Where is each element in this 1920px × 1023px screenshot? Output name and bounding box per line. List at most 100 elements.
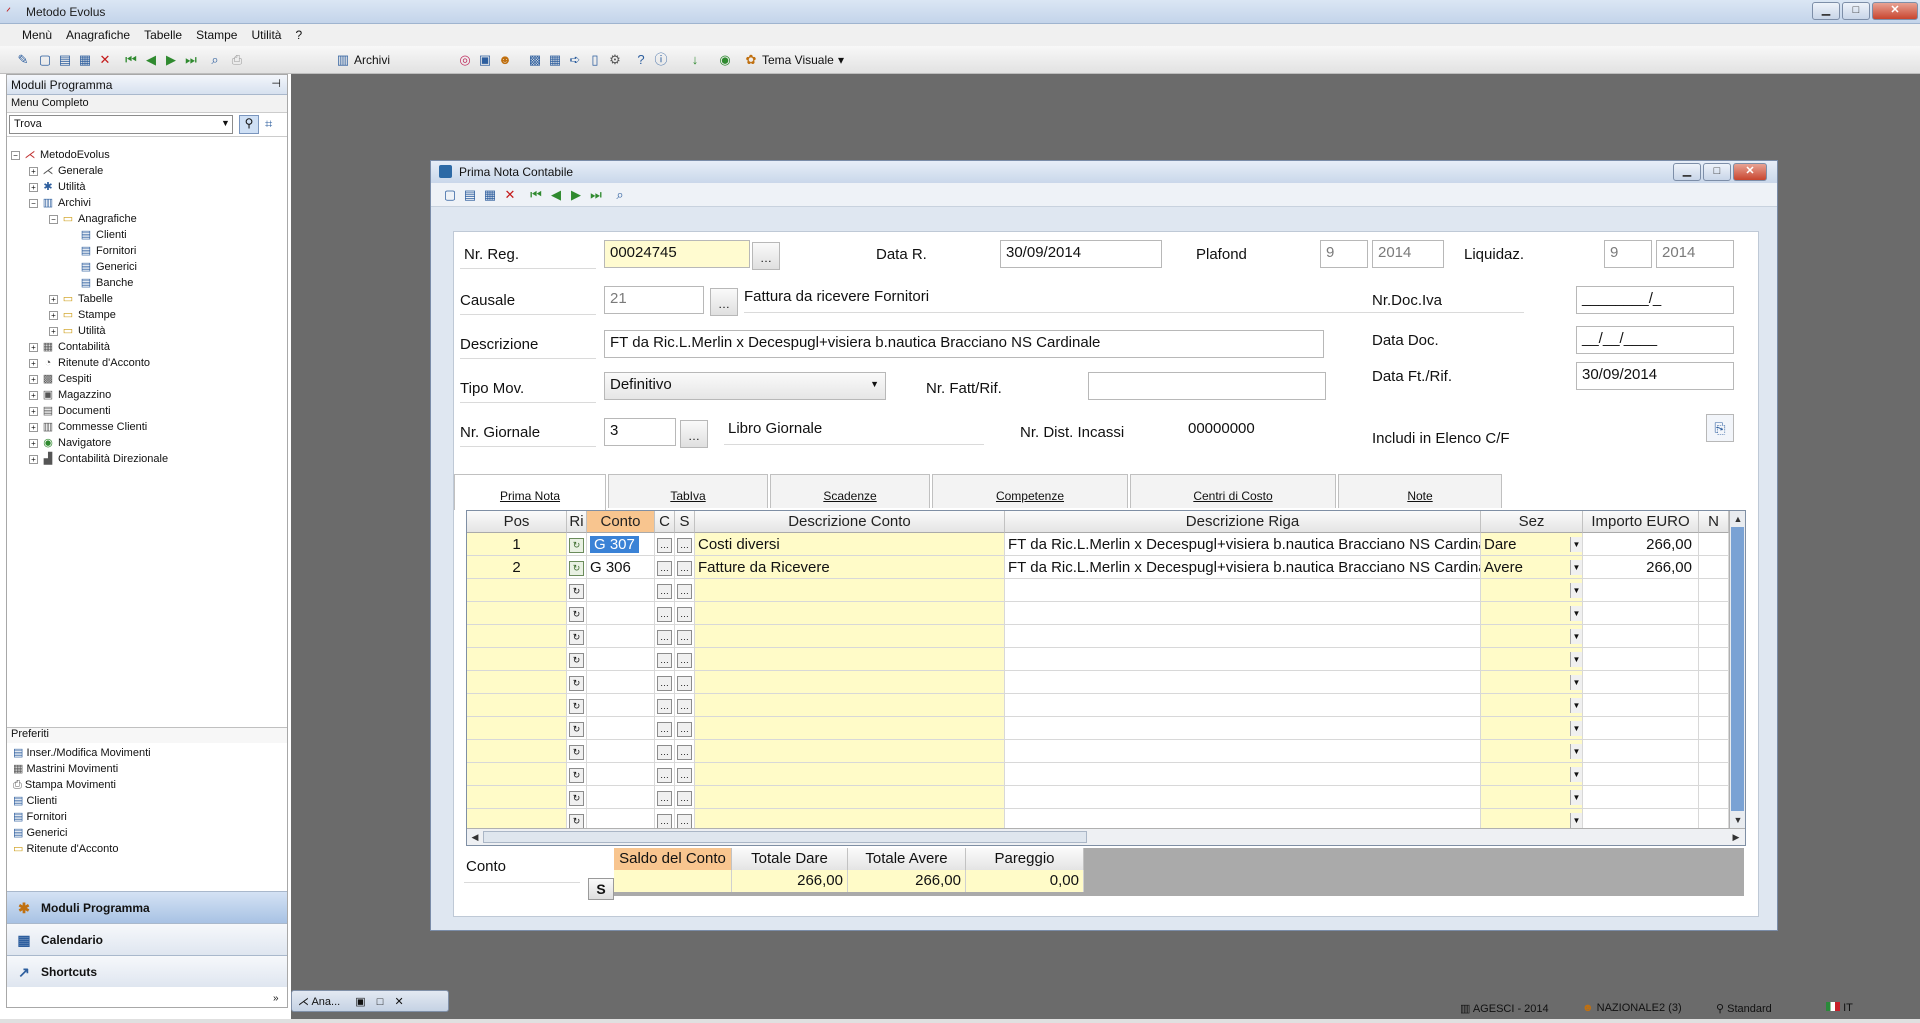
cell-c[interactable]: … (655, 763, 675, 786)
lookup-button[interactable]: … (657, 813, 672, 829)
binoculars-icon[interactable]: ⌗ (265, 116, 272, 132)
row-action-icon[interactable]: ↻ (569, 537, 584, 553)
scroll-right-icon[interactable]: ▶ (1729, 830, 1743, 844)
causale-code-input[interactable]: 21 (604, 286, 704, 314)
cell-s[interactable]: … (675, 625, 695, 648)
cell-c[interactable]: … (655, 602, 675, 625)
cell-conto[interactable] (587, 648, 655, 671)
tree-item-magazzino[interactable]: + ▣ Magazzino (29, 387, 111, 403)
lookup-button[interactable]: … (657, 560, 672, 576)
cell-importo[interactable]: 266,00 (1583, 533, 1699, 556)
lookup-button[interactable]: … (677, 721, 692, 737)
cell-conto[interactable] (587, 786, 655, 809)
cell-desc-riga[interactable] (1005, 671, 1481, 694)
cell-conto[interactable] (587, 625, 655, 648)
nr-doc-iva-input[interactable]: ________/_ (1576, 286, 1734, 314)
lookup-button[interactable]: … (677, 744, 692, 760)
tree-item-commesse-clienti[interactable]: + ▥ Commesse Clienti (29, 419, 147, 435)
restore-icon[interactable]: ▣ (355, 996, 365, 1008)
causale-lookup-button[interactable]: … (710, 288, 738, 316)
cell-n[interactable] (1699, 556, 1729, 579)
cell-ri[interactable]: ↻ (567, 763, 587, 786)
cell-importo[interactable] (1583, 625, 1699, 648)
favorite-item[interactable]: ▤ Generici (13, 825, 67, 841)
tree-item-ritenute[interactable]: + ◔ Ritenute d'Acconto (29, 355, 150, 371)
cell-c[interactable]: … (655, 556, 675, 579)
cell-pos[interactable] (467, 625, 567, 648)
col-header-descrizione-riga[interactable]: Descrizione Riga (1005, 511, 1481, 533)
col-header-pos[interactable]: Pos (467, 511, 567, 533)
cell-importo[interactable] (1583, 717, 1699, 740)
tool-2-icon[interactable]: ▣ (476, 51, 494, 69)
cell-pos[interactable] (467, 671, 567, 694)
cell-desc-riga[interactable] (1005, 786, 1481, 809)
table-row[interactable]: ↻ … … ▼ (467, 648, 1729, 671)
user-icon[interactable]: ☻ (496, 51, 514, 69)
cell-ri[interactable]: ↻ (567, 671, 587, 694)
lookup-button[interactable]: … (657, 537, 672, 553)
cell-n[interactable] (1699, 717, 1729, 740)
archivi-button[interactable]: Archivi (354, 53, 390, 67)
row-action-icon[interactable]: ↻ (569, 675, 584, 691)
cell-pos[interactable]: 2 (467, 556, 567, 579)
cell-importo[interactable] (1583, 579, 1699, 602)
cell-c[interactable]: … (655, 740, 675, 763)
sez-dropdown-icon[interactable]: ▼ (1570, 721, 1582, 736)
cell-desc-conto[interactable] (695, 579, 1005, 602)
lookup-button[interactable]: … (657, 698, 672, 714)
liquidaz-year-input[interactable]: 2014 (1656, 240, 1734, 268)
table-row[interactable]: ↻ … … ▼ (467, 740, 1729, 763)
favorite-item[interactable]: ▭ Ritenute d'Acconto (13, 841, 118, 857)
cell-pos[interactable] (467, 648, 567, 671)
tipo-mov-select[interactable]: Definitivo ▼ (604, 372, 886, 400)
lookup-button[interactable]: … (677, 606, 692, 622)
cell-n[interactable] (1699, 625, 1729, 648)
data-doc-input[interactable]: __/__/____ (1576, 326, 1734, 354)
print-icon[interactable]: ⎙ (228, 51, 246, 69)
cell-conto[interactable] (587, 763, 655, 786)
tab-competenze[interactable]: Competenze (932, 474, 1128, 508)
saldo-s-button[interactable]: S (588, 878, 614, 900)
dialog-minimize-button[interactable]: ▁ (1673, 163, 1701, 181)
row-action-icon[interactable]: ↻ (569, 744, 584, 760)
cell-sez[interactable]: Avere ▼ (1481, 556, 1583, 579)
cell-ri[interactable]: ↻ (567, 694, 587, 717)
cell-n[interactable] (1699, 763, 1729, 786)
lookup-button[interactable]: … (677, 767, 692, 783)
cell-c[interactable]: … (655, 717, 675, 740)
cell-importo[interactable] (1583, 671, 1699, 694)
grid-vertical-scrollbar[interactable]: ▲ ▼ (1729, 511, 1745, 829)
table-row[interactable]: ↻ … … ▼ (467, 579, 1729, 602)
row-action-icon[interactable]: ↻ (569, 698, 584, 714)
find-dropdown-icon[interactable]: ▼ (221, 118, 230, 128)
delete-icon[interactable]: ✕ (501, 186, 519, 204)
save-icon[interactable]: ▦ (76, 51, 94, 69)
sez-dropdown-icon[interactable]: ▼ (1570, 629, 1582, 644)
cell-pos[interactable] (467, 579, 567, 602)
menu-utilita[interactable]: Utilità (251, 28, 281, 42)
cell-importo[interactable] (1583, 694, 1699, 717)
edit-icon[interactable]: ✎ (14, 51, 32, 69)
cell-conto[interactable] (587, 602, 655, 625)
export-icon[interactable]: ➪ (566, 51, 584, 69)
nr-fatt-input[interactable] (1088, 372, 1326, 400)
cell-desc-conto[interactable] (695, 648, 1005, 671)
lookup-button[interactable]: … (657, 767, 672, 783)
archivi-icon[interactable]: ▥ (334, 51, 352, 69)
sez-dropdown-icon[interactable]: ▼ (1570, 537, 1582, 552)
cell-pos[interactable] (467, 694, 567, 717)
cell-sez[interactable]: ▼ (1481, 740, 1583, 763)
tab-note[interactable]: Note (1338, 474, 1502, 508)
cell-s[interactable]: … (675, 648, 695, 671)
cell-desc-conto[interactable] (695, 717, 1005, 740)
tool-1-icon[interactable]: ◎ (456, 51, 474, 69)
descrizione-input[interactable]: FT da Ric.L.Merlin x Decespugl+visiera b… (604, 330, 1324, 358)
grid-horizontal-scrollbar[interactable]: ◀ ▶ (467, 828, 1745, 845)
cell-n[interactable] (1699, 786, 1729, 809)
cell-desc-riga[interactable] (1005, 648, 1481, 671)
tab-tabiva[interactable]: TabIva (608, 474, 768, 508)
cell-desc-riga[interactable] (1005, 694, 1481, 717)
cell-s[interactable]: … (675, 786, 695, 809)
cell-desc-riga[interactable] (1005, 717, 1481, 740)
cell-desc-riga[interactable]: FT da Ric.L.Merlin x Decespugl+visiera b… (1005, 556, 1481, 579)
